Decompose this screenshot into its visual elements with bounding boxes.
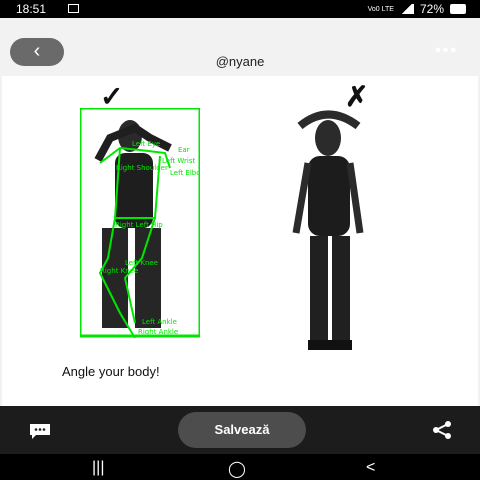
gallery-icon xyxy=(68,4,79,13)
nav-back-button[interactable]: < xyxy=(366,459,375,477)
status-bar: 18:51 Vo0 LTE 72% xyxy=(0,0,480,18)
save-button[interactable]: Salvează xyxy=(178,412,306,448)
correct-pose-image: Left Eye Ear Left Wrist Right Shoulder L… xyxy=(80,108,200,338)
pose-label: Left Elbow xyxy=(170,169,200,177)
status-time: 18:51 xyxy=(16,2,47,16)
battery-icon xyxy=(450,4,466,14)
pose-label: Right Knee xyxy=(100,267,138,275)
arm-silhouette-left xyxy=(292,162,312,234)
pose-label: Left Ankle xyxy=(142,318,177,326)
incorrect-pose-image xyxy=(292,110,364,350)
home-button[interactable]: ◯ xyxy=(228,459,246,479)
instruction-text: Angle your body! xyxy=(62,364,160,379)
username: @nyane xyxy=(215,54,265,69)
system-nav-bar: ||| ◯ < xyxy=(0,454,480,480)
status-right: Vo0 LTE 72% xyxy=(368,2,466,16)
pose-label: Left Knee xyxy=(125,259,158,267)
right-leg-silhouette xyxy=(135,228,161,328)
arm-silhouette-right xyxy=(346,162,364,234)
pose-label: Ear xyxy=(178,146,190,154)
pose-label: Right Left Hip xyxy=(115,221,163,229)
bottom-action-bar: Salvează xyxy=(0,406,480,454)
pose-label: Left Eye xyxy=(132,140,160,148)
content-area: ‹ ••• @nyane ✓ ✗ Left Eye Ear Left Wrist… xyxy=(0,18,480,406)
pose-card xyxy=(2,76,478,406)
head-silhouette xyxy=(315,120,341,156)
pose-label: Right Ankle xyxy=(138,328,178,336)
body-silhouette xyxy=(308,156,350,236)
signal-icon xyxy=(399,4,414,14)
pose-label: Right Shoulder xyxy=(116,164,168,172)
status-network-small: Vo0 LTE xyxy=(367,5,394,13)
right-leg-silhouette xyxy=(332,236,350,341)
recents-button[interactable]: ||| xyxy=(92,459,104,477)
battery-percent: 72% xyxy=(419,2,444,16)
left-leg-silhouette xyxy=(310,236,328,341)
share-icon[interactable] xyxy=(430,420,454,440)
left-shoe xyxy=(308,340,330,350)
right-shoe xyxy=(330,340,352,350)
comment-icon[interactable] xyxy=(28,422,52,440)
